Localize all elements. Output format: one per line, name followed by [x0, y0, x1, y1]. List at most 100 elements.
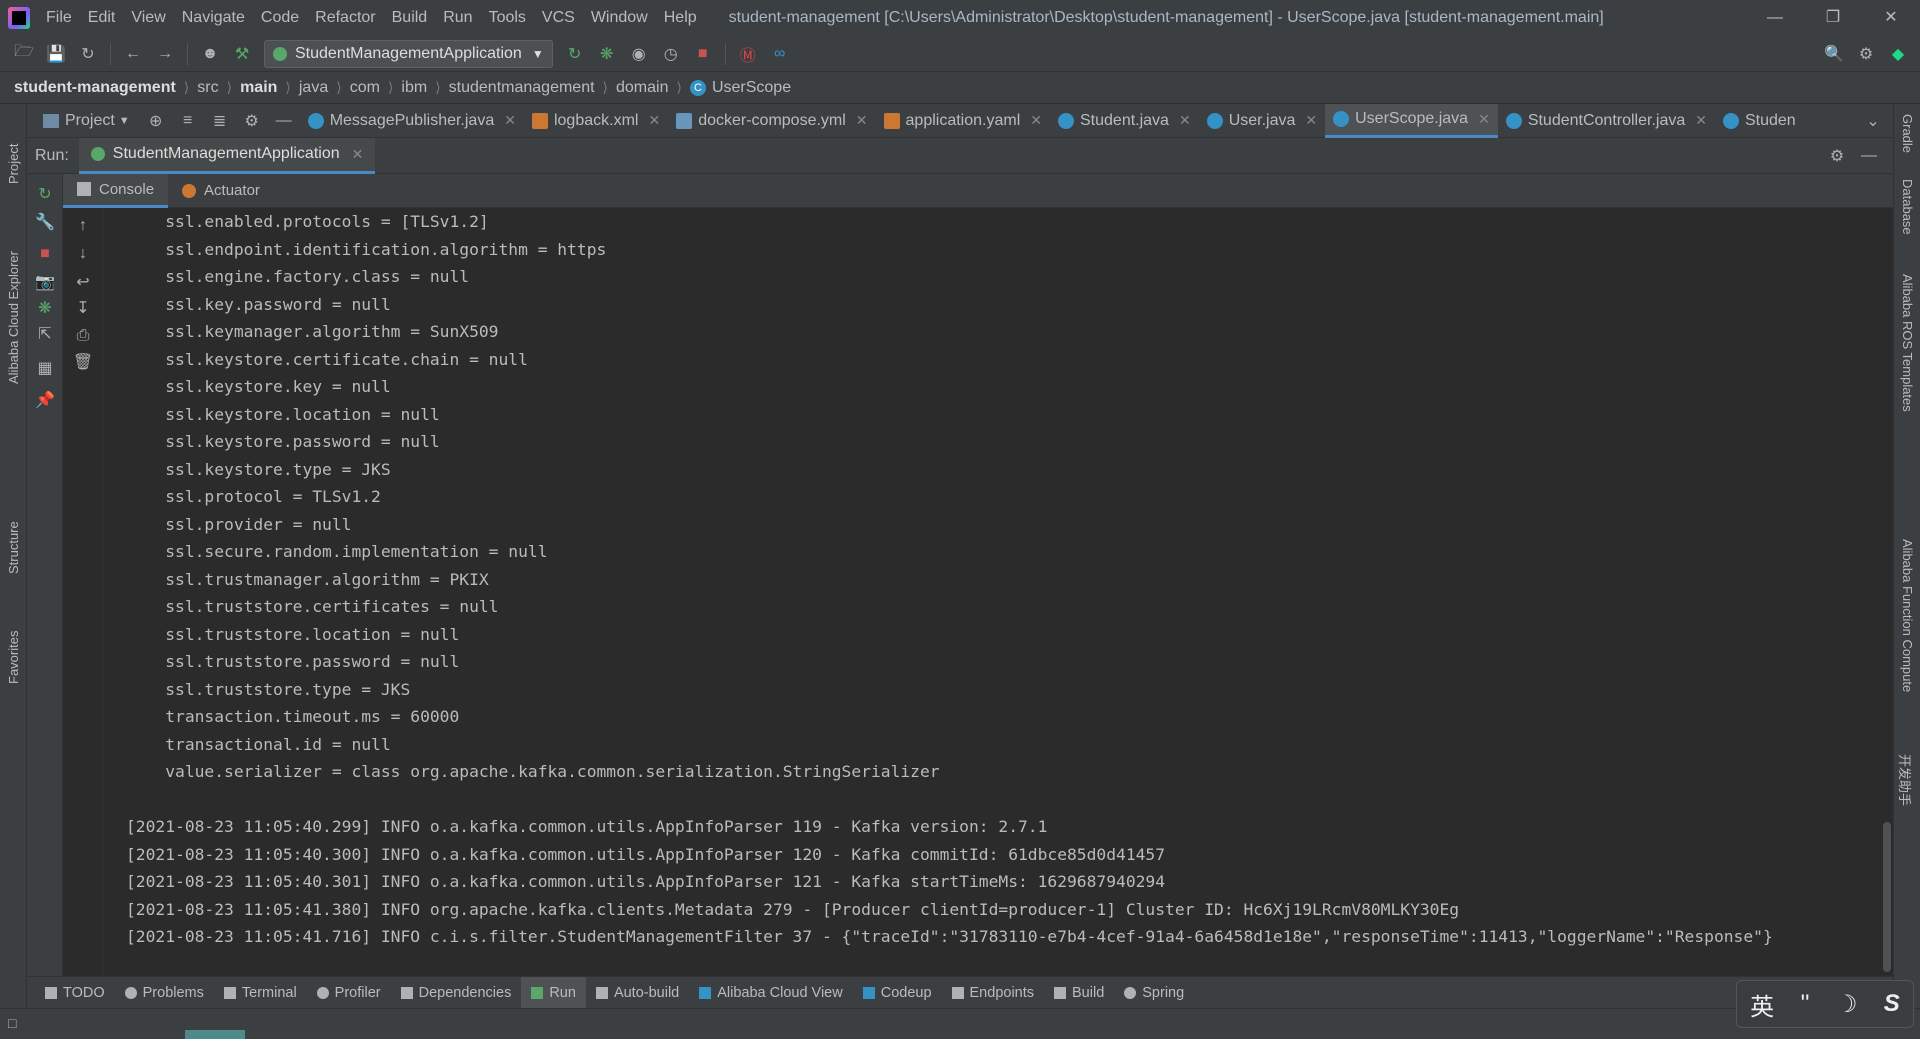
back-arrow-icon[interactable]: ← [121, 42, 145, 66]
run-tool-button[interactable]: Run [521, 976, 586, 1009]
editor-tab[interactable]: logback.xml ✕ [524, 104, 668, 138]
gradle-tool-tab[interactable]: Gradle [1894, 114, 1920, 174]
menu-refactor[interactable]: Refactor [307, 9, 383, 27]
ime-moon-icon[interactable]: ☽ [1836, 990, 1858, 1019]
menu-file[interactable]: File [38, 9, 80, 27]
gear-icon[interactable]: ⚙ [240, 109, 264, 133]
menu-help[interactable]: Help [656, 9, 705, 27]
editor-tab[interactable]: MessagePublisher.java ✕ [300, 104, 524, 138]
editor-tab[interactable]: StudentController.java ✕ [1498, 104, 1715, 138]
ime-punctuation[interactable]: '' [1800, 990, 1809, 1018]
vcs-user-icon[interactable]: ☻ [198, 42, 222, 66]
menu-run[interactable]: Run [435, 9, 480, 27]
menu-view[interactable]: View [123, 9, 173, 27]
dependencies-tool-button[interactable]: Dependencies [391, 977, 522, 1009]
gear-icon[interactable]: ⚙ [1825, 144, 1849, 168]
terminal-tool-button[interactable]: Terminal [214, 977, 307, 1009]
minimize-icon[interactable]: — [1746, 0, 1804, 36]
alibaba-function-compute-tab[interactable]: Alibaba Function Compute [1894, 539, 1920, 739]
todo-tool-button[interactable]: TODO [35, 977, 115, 1009]
breadcrumb-item[interactable]: ibm [401, 79, 427, 97]
open-folder-icon[interactable]: 🗁 [12, 42, 36, 66]
breadcrumb-item[interactable]: src [197, 79, 218, 97]
ime-language[interactable]: 英 [1750, 987, 1774, 1022]
close-icon[interactable]: ✕ [1305, 112, 1317, 129]
hide-icon[interactable]: — [272, 109, 296, 133]
run-configuration-select[interactable]: StudentManagementApplication ▼ [264, 39, 553, 68]
hide-icon[interactable]: — [1857, 144, 1881, 168]
arrow-up-icon[interactable]: ↑ [71, 214, 95, 238]
close-icon[interactable]: ✕ [1862, 0, 1920, 36]
console-scrollbar[interactable] [1881, 208, 1893, 976]
ime-toolbar[interactable]: 英 '' ☽ S [1736, 980, 1914, 1028]
camera-icon[interactable]: 📷 [33, 270, 57, 294]
toggle-tool-windows-icon[interactable]: □ [8, 1015, 16, 1031]
build-hammer-icon[interactable]: ⚒ [230, 42, 254, 66]
breadcrumb-item[interactable]: java [299, 79, 328, 97]
tab-actuator[interactable]: Actuator [168, 174, 274, 208]
spring-tool-button[interactable]: Spring [1114, 977, 1194, 1009]
close-icon[interactable]: ✕ [856, 112, 868, 129]
build-tool-button[interactable]: Build [1044, 977, 1114, 1009]
stop-icon[interactable]: ■ [33, 242, 57, 266]
debug-bug-icon[interactable]: ❋ [33, 296, 57, 320]
wrench-icon[interactable]: 🔧 [33, 210, 57, 234]
rerun-icon[interactable]: ↻ [33, 182, 57, 206]
project-tool-tab[interactable]: Project [0, 144, 27, 254]
database-tool-tab[interactable]: Database [1894, 179, 1920, 269]
scrollbar-thumb[interactable] [1883, 822, 1891, 972]
menu-code[interactable]: Code [253, 9, 307, 27]
editor-tab[interactable]: Studen [1715, 104, 1804, 138]
soft-wrap-icon[interactable]: ↩ [71, 270, 95, 294]
console-output[interactable]: ssl.enabled.protocols = [TLSv1.2] ssl.en… [103, 208, 1881, 976]
favorites-tool-tab[interactable]: Favorites [0, 631, 27, 784]
trash-icon[interactable]: 🗑 [71, 350, 95, 374]
plugin-icon[interactable]: ◆ [1886, 42, 1910, 66]
dev-assistant-tab[interactable]: 开发助手 [1894, 754, 1920, 834]
breadcrumb-item[interactable]: student-management [14, 79, 176, 97]
profiler-tool-button[interactable]: Profiler [307, 977, 391, 1009]
close-icon[interactable]: ✕ [648, 112, 660, 129]
breadcrumb-item[interactable]: domain [616, 79, 668, 97]
auto-build-tool-button[interactable]: Auto-build [586, 977, 689, 1009]
menu-build[interactable]: Build [384, 9, 436, 27]
tab-console[interactable]: Console [63, 173, 169, 208]
expand-all-icon[interactable]: ≡ [176, 109, 200, 133]
close-icon[interactable]: ✕ [1478, 111, 1490, 128]
close-icon[interactable]: ✕ [1179, 112, 1191, 129]
close-icon[interactable]: ✕ [504, 112, 516, 129]
debug-bug-icon[interactable]: ❋ [595, 42, 619, 66]
codeup-c-icon[interactable]: Ⓜ [736, 42, 760, 66]
breadcrumb-item[interactable]: UserScope [712, 79, 791, 97]
pin-icon[interactable]: 📌 [33, 388, 57, 412]
problems-tool-button[interactable]: Problems [115, 977, 214, 1009]
alibaba-ros-templates-tab[interactable]: Alibaba ROS Templates [1894, 274, 1920, 474]
alibaba-cloud-icon[interactable]: ∞ [768, 42, 792, 66]
scroll-to-end-icon[interactable]: ↧ [71, 296, 95, 320]
codeup-tool-button[interactable]: Codeup [853, 977, 942, 1009]
menu-vcs[interactable]: VCS [534, 9, 583, 27]
layout-icon[interactable]: ▦ [33, 356, 57, 380]
editor-tab[interactable]: User.java ✕ [1199, 104, 1325, 138]
editor-tab[interactable]: application.yaml ✕ [876, 104, 1050, 138]
gear-icon[interactable]: ⚙ [1854, 42, 1878, 66]
alibaba-cloud-view-tool-button[interactable]: Alibaba Cloud View [689, 977, 852, 1009]
editor-tab[interactable]: Student.java ✕ [1050, 104, 1199, 138]
close-icon[interactable]: ✕ [1030, 112, 1042, 129]
profile-icon[interactable]: ◷ [659, 42, 683, 66]
editor-tab[interactable]: docker-compose.yml ✕ [668, 104, 875, 138]
menu-navigate[interactable]: Navigate [174, 9, 253, 27]
forward-arrow-icon[interactable]: → [153, 42, 177, 66]
search-icon[interactable]: 🔍 [1822, 42, 1846, 66]
rerun-icon[interactable]: ↻ [563, 42, 587, 66]
close-icon[interactable]: ✕ [352, 146, 364, 163]
run-tab[interactable]: StudentManagementApplication ✕ [78, 137, 376, 174]
editor-tab-active[interactable]: UserScope.java ✕ [1325, 103, 1498, 138]
save-icon[interactable]: 💾 [44, 42, 68, 66]
menu-tools[interactable]: Tools [481, 9, 534, 27]
stop-icon[interactable]: ■ [691, 42, 715, 66]
print-icon[interactable]: ⎙ [71, 324, 95, 348]
coverage-icon[interactable]: ◉ [627, 42, 651, 66]
breadcrumb-item[interactable]: studentmanagement [449, 79, 595, 97]
close-icon[interactable]: ✕ [1695, 112, 1707, 129]
